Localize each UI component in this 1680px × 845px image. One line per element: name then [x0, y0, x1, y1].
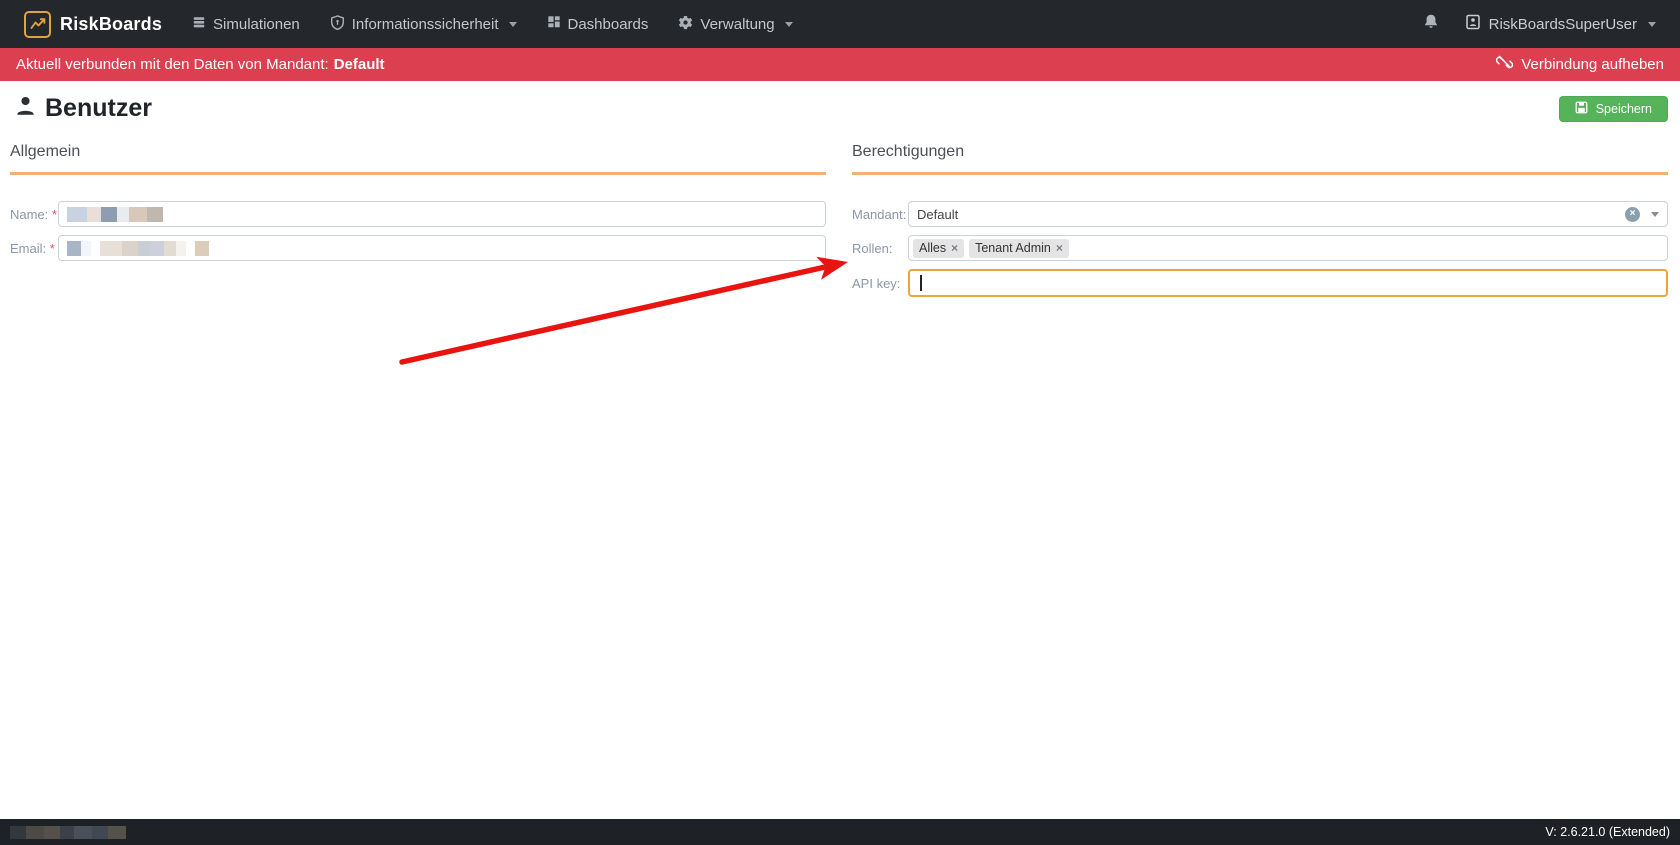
redacted-email-value: [67, 241, 209, 256]
email-row: Email: *: [10, 235, 826, 261]
banner-tenant-name: Default: [334, 56, 385, 73]
required-marker: *: [52, 207, 57, 222]
nav-label: Verwaltung: [700, 16, 774, 33]
name-row: Name: *: [10, 201, 826, 227]
nav-item-verwaltung[interactable]: Verwaltung: [678, 15, 792, 34]
page-title: Benutzer: [10, 94, 152, 123]
mandant-label: Mandant:: [852, 207, 908, 222]
rollen-multiselect[interactable]: Alles × Tenant Admin ×: [908, 235, 1668, 261]
nav-item-simulationen[interactable]: Simulationen: [192, 15, 300, 33]
save-icon: [1575, 101, 1588, 117]
nav-label: Simulationen: [213, 16, 300, 33]
section-berechtigungen: Berechtigungen Mandant: Default × Rollen…: [852, 143, 1668, 305]
top-navbar: RiskBoards Simulationen Informationssich…: [0, 0, 1680, 48]
required-marker: *: [50, 241, 55, 256]
email-input[interactable]: [58, 235, 826, 261]
navbar-right: RiskBoardsSuperUser: [1423, 13, 1656, 35]
nav-item-dashboards[interactable]: Dashboards: [547, 15, 649, 33]
disconnect-label: Verbindung aufheben: [1521, 56, 1664, 73]
brand-home-link[interactable]: RiskBoards: [24, 11, 162, 38]
user-menu[interactable]: RiskBoardsSuperUser: [1465, 14, 1656, 34]
rollen-row: Rollen: Alles × Tenant Admin ×: [852, 235, 1668, 261]
mandant-row: Mandant: Default ×: [852, 201, 1668, 227]
user-name: RiskBoardsSuperUser: [1489, 16, 1637, 33]
mandant-selected-value: Default: [917, 207, 958, 222]
name-label: Name: *: [10, 207, 58, 222]
section-heading-allgemein: Allgemein: [10, 143, 826, 175]
rollen-label: Rollen:: [852, 241, 908, 256]
main-nav: Simulationen Informationssicherheit Dash…: [192, 15, 1423, 34]
section-heading-berechtigungen: Berechtigungen: [852, 143, 1668, 175]
api-key-input[interactable]: [908, 269, 1668, 297]
text-cursor: [920, 275, 922, 291]
banner-message: Aktuell verbunden mit den Daten von Mand…: [16, 56, 385, 73]
user-icon: [15, 94, 36, 123]
chevron-down-icon[interactable]: [1651, 212, 1659, 217]
api-key-row: API key:: [852, 269, 1668, 297]
save-button[interactable]: Speichern: [1559, 96, 1668, 122]
remove-tag-icon[interactable]: ×: [951, 242, 958, 254]
gear-icon: [678, 15, 693, 34]
title-row: Benutzer Speichern: [10, 94, 1668, 123]
riskboards-logo-icon: [24, 11, 51, 38]
grid-icon: [547, 15, 561, 33]
disconnect-button[interactable]: Verbindung aufheben: [1496, 55, 1664, 74]
section-allgemein: Allgemein Name: * Email: *: [10, 143, 826, 305]
unlink-icon: [1496, 55, 1513, 74]
remove-tag-icon[interactable]: ×: [1056, 242, 1063, 254]
name-input[interactable]: [58, 201, 826, 227]
shield-icon: [330, 15, 345, 34]
role-tag: Alles ×: [913, 239, 964, 258]
nav-label: Informationssicherheit: [352, 16, 499, 33]
redacted-name-value: [67, 207, 163, 222]
banner-text: Aktuell verbunden mit den Daten von Mand…: [16, 56, 329, 73]
nav-item-informationssicherheit[interactable]: Informationssicherheit: [330, 15, 517, 34]
redacted-status-text: [10, 826, 126, 839]
main-content: Benutzer Speichern Allgemein Name: * Ema…: [0, 81, 1680, 305]
clear-selection-icon[interactable]: ×: [1625, 207, 1640, 222]
mandant-select[interactable]: Default ×: [908, 201, 1668, 227]
nav-label: Dashboards: [568, 16, 649, 33]
simulations-stack-icon: [192, 15, 206, 33]
status-bar: V: 2.6.21.0 (Extended): [0, 819, 1680, 845]
chevron-down-icon: [509, 22, 517, 27]
chevron-down-icon: [1648, 22, 1656, 27]
tenant-connection-banner: Aktuell verbunden mit den Daten von Mand…: [0, 48, 1680, 81]
chevron-down-icon: [785, 22, 793, 27]
brand-name: RiskBoards: [60, 14, 162, 35]
version-label: V: 2.6.21.0 (Extended): [1545, 825, 1670, 839]
role-tag: Tenant Admin ×: [969, 239, 1069, 258]
bell-icon[interactable]: [1423, 13, 1439, 35]
id-card-icon: [1465, 14, 1481, 34]
api-key-label: API key:: [852, 276, 908, 291]
email-label: Email: *: [10, 241, 58, 256]
